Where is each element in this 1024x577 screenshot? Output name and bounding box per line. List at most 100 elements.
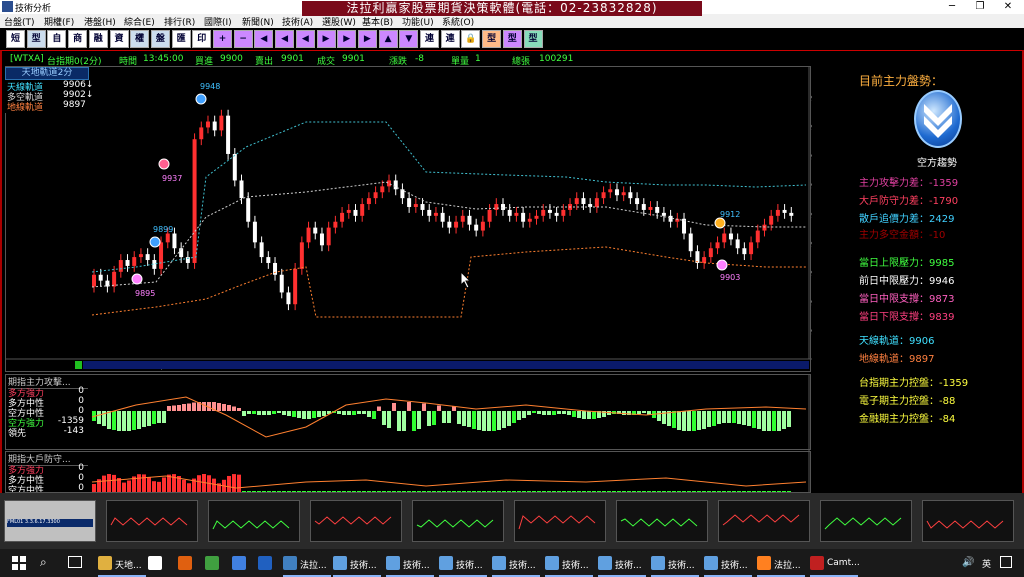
toolbar-button-5[interactable]: 資 (109, 30, 129, 48)
toolbar-button-14[interactable]: ◀ (295, 30, 315, 48)
toolbar-button-13[interactable]: ◀ (275, 30, 295, 48)
window-thumbnail[interactable] (922, 500, 1014, 542)
menu-item[interactable]: 功能(U) (402, 15, 434, 28)
candle-body (360, 204, 365, 216)
candle-body (561, 209, 566, 216)
indicator-bar (247, 411, 251, 414)
toolbar-button-4[interactable]: 融 (88, 30, 108, 48)
candle-body (340, 212, 345, 222)
menu-item[interactable]: 期權(F) (44, 15, 74, 28)
toolbar-button-11[interactable]: − (233, 30, 253, 48)
indicator-bar (522, 411, 526, 418)
toolbar-button-18[interactable]: ▲ (378, 30, 398, 48)
indicator-bar (532, 411, 536, 413)
toolbar-button-19[interactable]: ▼ (399, 30, 419, 48)
window-thumbnail[interactable] (616, 500, 708, 542)
thumbnail-preview (110, 517, 188, 526)
price-chart[interactable]: 9953.65 9943.74 9933.83 9923.92 9914.01 9904.… (6, 67, 844, 373)
thumbnail-line (314, 516, 392, 525)
toolbar-button-23[interactable]: 型 (482, 30, 502, 48)
window-thumbnail[interactable] (106, 500, 198, 542)
menu-item[interactable]: 港盤(H) (84, 15, 116, 28)
signal-marker-label: 9895 (135, 289, 155, 298)
toolbar-button-8[interactable]: 匯 (171, 30, 191, 48)
toolbar-button-3[interactable]: 商 (68, 30, 88, 48)
scroll-thumb[interactable] (75, 361, 82, 369)
toolbar-button-20[interactable]: 連 (420, 30, 439, 48)
toolbar-button-10[interactable]: + (213, 30, 232, 48)
candle-body (527, 218, 532, 222)
search-icon[interactable]: ⌕ (40, 555, 47, 570)
window-thumbnail[interactable] (718, 500, 810, 542)
window-thumbnail[interactable] (208, 500, 300, 542)
indicator-bar (717, 411, 721, 424)
menu-item[interactable]: 新聞(N) (242, 15, 274, 28)
candle-body (366, 198, 371, 205)
app-icon (148, 556, 162, 570)
toolbar-button-16[interactable]: ▶ (337, 30, 357, 48)
price-tick-label: 9953.65 (811, 94, 812, 103)
signal-marker[interactable] (131, 273, 143, 285)
toolbar-button-15[interactable]: ▶ (316, 30, 336, 48)
window-thumbnail[interactable] (310, 500, 402, 542)
task-view-icon[interactable] (68, 556, 82, 568)
menu-item[interactable]: 技術(A) (282, 15, 313, 28)
menu-item[interactable]: 綜合(E) (124, 15, 155, 28)
candle-body (735, 239, 740, 249)
toolbar-button-1[interactable]: 型 (26, 30, 46, 48)
menu-item[interactable]: 基本(B) (362, 15, 393, 28)
candle-body (728, 233, 733, 240)
scroll-track[interactable] (83, 361, 809, 369)
toolbar-button-12[interactable]: ◀ (254, 30, 274, 48)
menu-item[interactable]: 系統(O) (442, 15, 474, 28)
menu-bar: 台盤(T) 期權(F) 港盤(H) 綜合(E) 排行(R) 國際(I) 新聞(N… (0, 14, 1024, 28)
signal-marker[interactable] (149, 236, 161, 248)
signal-marker[interactable] (716, 259, 728, 271)
window-thumbnail[interactable]: FML01 3.3.6.17.3300 (4, 500, 96, 542)
notification-icon[interactable] (1000, 556, 1012, 568)
toolbar-button-17[interactable]: ▶ (357, 30, 377, 48)
window-thumbnail[interactable] (820, 500, 912, 542)
panel-stat-label: 金融期主力控盤： (859, 414, 939, 425)
toolbar-button-2[interactable]: 自 (47, 30, 67, 48)
candle-body (467, 215, 472, 225)
windows-start-icon[interactable] (12, 556, 26, 570)
panel-stat-label: 主力多空金額： (859, 230, 929, 241)
toolbar-button-22[interactable]: 🔒 (461, 30, 481, 48)
app-icon (545, 556, 559, 570)
indicator-bar (362, 411, 366, 414)
price-tick-label: 9884.28 (811, 298, 812, 307)
close-button[interactable]: ✕ (994, 0, 1022, 14)
rail-legend-row: 多空軌道 9902↓ (5, 90, 93, 103)
menu-item[interactable]: 台盤(T) (4, 15, 35, 28)
window-thumbnail[interactable] (514, 500, 606, 542)
input-language-indicator[interactable]: 英 (982, 557, 991, 570)
signal-marker[interactable] (158, 158, 170, 170)
indicator-row: 多方強力 0 (8, 386, 88, 399)
panel-stat-label: 散戶追價力差： (859, 214, 929, 225)
candle-body (601, 192, 606, 199)
indicator-bar (737, 411, 741, 424)
menu-item[interactable]: 排行(R) (164, 15, 195, 28)
indicator-bar (107, 411, 111, 429)
menu-item[interactable]: 國際(I) (204, 15, 232, 28)
candle-body (266, 257, 271, 263)
toolbar-button-24[interactable]: 型 (502, 30, 522, 48)
toolbar-button-25[interactable]: 型 (523, 30, 543, 48)
toolbar-button-9[interactable]: 印 (192, 30, 212, 48)
indicator-bar (697, 411, 701, 430)
toolbar-button-21[interactable]: 連 (440, 30, 460, 48)
maximize-button[interactable]: ❐ (966, 0, 994, 14)
signal-marker[interactable] (714, 217, 726, 229)
menu-item[interactable]: 選股(W) (322, 15, 356, 28)
toolbar-button-0[interactable]: 短 (6, 30, 25, 48)
price-chart-area[interactable]: 9953.65 9943.74 9933.83 9923.92 9914.01 9904.… (5, 66, 844, 373)
toolbar-button-6[interactable]: 權 (130, 30, 150, 48)
signal-marker[interactable] (195, 93, 207, 105)
price-tick-label: 9923.92 (811, 182, 812, 191)
window-thumbnail[interactable] (412, 500, 504, 542)
minimize-button[interactable]: ─ (938, 0, 966, 14)
indicator-bar (237, 474, 241, 492)
volume-icon[interactable]: 🔊 (962, 557, 974, 568)
toolbar-button-7[interactable]: 盤 (150, 30, 170, 48)
